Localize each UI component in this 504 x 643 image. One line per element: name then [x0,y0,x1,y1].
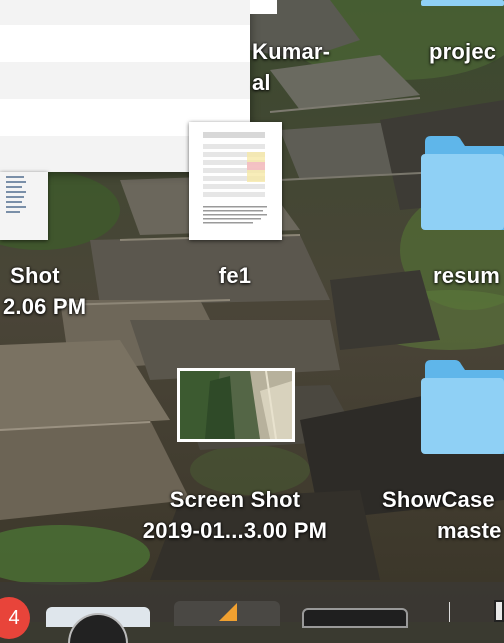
kumar-file-label: Kumar- al [252,36,330,98]
screen-shot-selected-thumbnail[interactable] [177,368,295,442]
screen-shot-name-line1: Screen Shot [169,487,301,512]
dock-app-icon[interactable] [494,600,504,622]
folder-resume-name: resum [433,263,501,288]
folder-showcase-line1: ShowCase [382,487,495,512]
folder-resume-label: resum [433,260,500,291]
fe1-document-thumbnail[interactable] [189,122,282,240]
list-row[interactable] [0,25,250,62]
document-preview-icon [189,122,282,240]
list-row[interactable] [0,62,250,99]
dock-divider [449,602,450,622]
kumar-file-line2: al [252,70,271,95]
dock [0,582,504,643]
kumar-file-line1: Kumar- [252,39,331,64]
folder-projects-name: projec [429,39,497,64]
screenshot-left-line2: 2.06 PM [3,294,87,319]
folder-icon[interactable] [421,136,504,230]
folder-icon[interactable] [421,0,504,8]
screenshot-left-time: 2.06 PM [3,291,86,322]
folder-icon[interactable] [421,360,504,454]
fe1-name: fe1 [218,263,252,288]
dock-app-icon[interactable] [46,607,150,643]
document-edge [250,0,277,14]
screenshot-preview-icon [0,172,48,240]
photo-preview-icon [180,371,292,439]
folder-projects-label: projec [429,36,496,67]
arrow-icon [219,603,237,621]
dock-app-icon[interactable] [302,608,408,628]
folder-showcase-line2: maste [437,518,502,543]
fe1-label: fe1 [200,260,270,291]
list-row[interactable] [0,0,250,25]
screen-shot-name-line2: 2019-01...3.00 PM [142,518,328,543]
screen-shot-label: Screen Shot 2019-01...3.00 PM [130,484,340,546]
screenshot-left-line1: Shot [10,263,60,288]
screenshot-left-label: Shot [0,260,70,291]
dock-app-icon[interactable] [174,601,280,626]
clock-icon [68,613,128,643]
screenshot-thumbnail[interactable] [0,172,48,240]
folder-showcase-label: ShowCase maste [382,484,502,546]
